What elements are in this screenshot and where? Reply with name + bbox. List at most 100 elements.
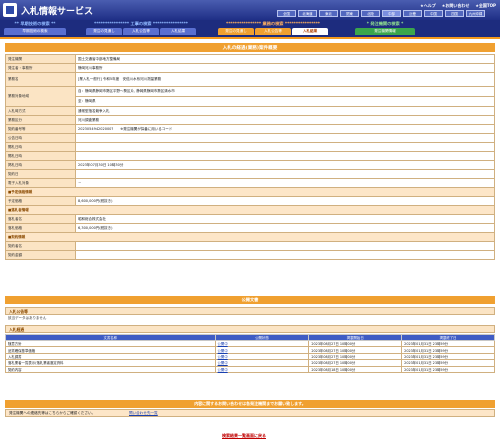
- nav-group-agencies: * 発注機関の検索 * 発注機関情報: [355, 21, 415, 36]
- table-row: 掲札日時 2023年07月30日 10時30分: [5, 160, 495, 170]
- help-link[interactable]: ★ヘルプ: [420, 3, 436, 9]
- row-label: 契約者名: [5, 241, 76, 251]
- doc-start: 2023年08月18日 10時00分: [308, 365, 403, 373]
- row-label: 契約日: [5, 169, 76, 179]
- row-label: 予定価格: [5, 196, 76, 206]
- nav-group-construction: **************** 工事の検索 **************** …: [86, 21, 196, 36]
- detail-table: 発注機関 国土交通省中部地方整備局 発注者・事務所 静岡河川事務所 業務名 [業入札一…: [5, 54, 495, 260]
- nav-group-title: **************** 工事の検索 ****************: [94, 21, 188, 26]
- nav-group-title: **************** 業務の検索 ****************: [226, 21, 320, 26]
- region-kinki[interactable]: 近畿: [403, 10, 422, 17]
- row-label: 公告日時: [5, 133, 76, 143]
- table-row: 業務名 [業入札一般行] 令和5年度 安倍川水系河川測量業務: [5, 72, 495, 87]
- nav-group-title: * 発注機関の検索 *: [366, 21, 404, 26]
- region-national[interactable]: 全国: [277, 10, 296, 17]
- section-row: ■予定価格情報: [5, 187, 495, 197]
- row-value: [75, 169, 495, 179]
- row-label: 落札者名: [5, 214, 76, 224]
- nav-bar: ** 早期技術の検索 ** 早期技術の検索 **************** 工…: [0, 20, 500, 37]
- tab-services-outlook[interactable]: 発注の見通し: [218, 28, 254, 35]
- tab-early-tech-search[interactable]: 早期技術の検索: [4, 28, 66, 35]
- region-hokuriku[interactable]: 北陸: [361, 10, 380, 17]
- section-row: ■契約情報: [5, 232, 495, 242]
- region-chubu[interactable]: 中部: [382, 10, 401, 17]
- national-top-link[interactable]: ★全国TOP: [475, 3, 496, 9]
- tab-construction-outlook[interactable]: 発注の見通し: [86, 28, 122, 35]
- region-hokkaido[interactable]: 北海道: [298, 10, 317, 17]
- inquiry-row: 発注機関への連絡先等はこちらからご確認ください。: [5, 409, 495, 417]
- row-value: 国土交通省中部地方整備局: [75, 54, 495, 64]
- page-title: 入札の経過(業務)案件概要: [5, 43, 495, 52]
- table-row: 契約番号等 202305494202000? ※発注機関が採番に用いるコード: [5, 124, 495, 134]
- tab-construction-result[interactable]: 入札結果: [160, 28, 196, 35]
- table-row: 開札日時: [5, 142, 495, 152]
- region-tohoku[interactable]: 東北: [319, 10, 338, 17]
- nav-group-services: **************** 業務の検索 **************** …: [218, 21, 328, 36]
- tab-construction-notice[interactable]: 入札公告等: [123, 28, 159, 35]
- table-row: 業務区分 河川調査業務: [5, 115, 495, 125]
- inquiry-bar: 内容に関するお問い合わせは各発注機関までお願い致します。: [5, 400, 495, 408]
- row-value: 河川調査業務: [75, 115, 495, 125]
- back-to-results-link[interactable]: 検索結果一覧画面に戻る: [222, 433, 266, 439]
- table-row: 至：静岡県: [6, 96, 495, 107]
- row-label: 業務対象地域: [5, 86, 76, 107]
- row-label: 業務名: [5, 72, 76, 87]
- table-row: 公告日時: [5, 133, 495, 143]
- row-value: 自：静岡県静岡市葵区平野～葵区片, 静岡県静岡市葵区清水市: [75, 86, 495, 97]
- table-row: 契約者名: [5, 241, 495, 251]
- price-section-title: ■予定価格情報: [5, 187, 495, 197]
- table-row: 契約日: [5, 169, 495, 179]
- row-label: 契約番号等: [5, 124, 76, 134]
- docs-section-title: 公開文書: [5, 296, 495, 304]
- table-row: 落札者名 昭和総合株式会社: [5, 214, 495, 224]
- tab-services-notice[interactable]: 入札公告等: [255, 28, 291, 35]
- region-kyushu[interactable]: 九州沖縄: [466, 10, 485, 17]
- section-row: ■落札者情報: [5, 205, 495, 215]
- tab-services-result[interactable]: 入札結果: [292, 28, 328, 35]
- table-row: 業務対象地域 自：静岡県静岡市葵区平野～葵区片, 静岡県静岡市葵区清水市: [5, 86, 495, 107]
- row-value: 昭和総合株式会社: [75, 214, 495, 224]
- docs-table: 文書名称 公開状態 掲載開始日 掲載終了日 随意方針 公開中 2023年08月2…: [5, 334, 495, 373]
- inquiry-contacts-link[interactable]: 問い合わせ先一覧: [129, 411, 158, 416]
- region-chugoku[interactable]: 中国: [424, 10, 443, 17]
- table-row: 発注機関 国土交通省中部地方整備局: [5, 54, 495, 64]
- region-kanto[interactable]: 関東: [340, 10, 359, 17]
- table-row: 契約金額: [5, 250, 495, 260]
- tab-agency-info[interactable]: 発注機関情報: [355, 28, 415, 35]
- row-label: 発注機関: [5, 54, 76, 64]
- row-value: [75, 151, 495, 161]
- contact-link[interactable]: ★お問い合わせ: [442, 3, 470, 9]
- row-value: [75, 241, 495, 251]
- doc-name: 契約内容: [5, 365, 216, 373]
- region-shikoku[interactable]: 四国: [445, 10, 464, 17]
- nav-group-title: ** 早期技術の検索 **: [14, 21, 56, 26]
- inquiry-label: 発注機関への連絡先等はこちらからご確認ください。: [9, 410, 96, 415]
- row-value: 2023年07月30日 10時30分: [75, 160, 495, 170]
- row-label: 発注者・事務所: [5, 63, 76, 73]
- table-row: 予定価格 8,600,000円(税抜き): [5, 196, 495, 206]
- row-value: [75, 250, 495, 260]
- row-value: [業入札一般行] 令和5年度 安倍川水系河川測量業務: [75, 72, 495, 87]
- doc-status-link[interactable]: 公開中: [214, 365, 310, 373]
- process-subhead: 入札経過: [5, 325, 495, 333]
- table-row: 落札価格 6,300,000円(税抜き): [5, 223, 495, 233]
- nav-group-early-tech: ** 早期技術の検索 ** 早期技術の検索: [4, 21, 66, 36]
- contract-section-title: ■契約情報: [5, 232, 495, 242]
- row-label: 業務区分: [5, 115, 76, 125]
- winner-section-title: ■落札者情報: [5, 205, 495, 215]
- row-value: 静岡河川事務所: [75, 63, 495, 73]
- table-row: 発注者・事務所 静岡河川事務所: [5, 63, 495, 73]
- row-value: 6,300,000円(税抜き): [75, 223, 495, 233]
- row-value: 通常型指名競争入札: [75, 106, 495, 116]
- table-row: 契約内容 公開中 2023年08月18日 10時00分 2023年01月31日 …: [5, 365, 495, 373]
- table-row: 開札日時: [5, 151, 495, 161]
- app-title: 入札情報サービス: [21, 7, 94, 17]
- row-value: 8,600,000円(税抜き): [75, 196, 495, 206]
- table-row: 入札時方式 通常型指名競争入札: [5, 106, 495, 116]
- top-links: ★ヘルプ ★お問い合わせ ★全国TOP: [420, 3, 496, 9]
- nav-underline: [0, 37, 500, 39]
- notice-none-text: 該当データはありません: [8, 316, 47, 320]
- row-label: 電子入札対象: [5, 178, 76, 188]
- row-value: [75, 133, 495, 143]
- row-label: 契約金額: [5, 250, 76, 260]
